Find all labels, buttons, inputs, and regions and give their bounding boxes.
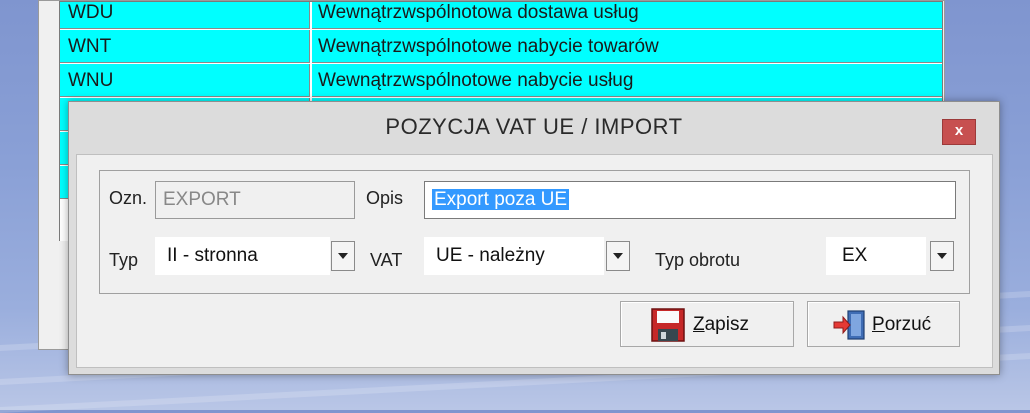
opis-label: Opis	[366, 188, 404, 208]
typ-obrotu-value: EX	[826, 237, 926, 275]
typ-obrotu-label: Typ obrotu	[655, 250, 741, 270]
list-row[interactable]: WNT Wewnątrzwspólnotowe nabycie towarów	[60, 30, 942, 64]
opis-value: Export poza UE	[432, 189, 570, 210]
list-row[interactable]: WDU Wewnątrzwspólnotowa dostawa usług	[60, 2, 942, 30]
cancel-button[interactable]: Porzuć	[807, 301, 960, 347]
save-button[interactable]: Zapisz	[620, 301, 794, 347]
chevron-down-icon[interactable]	[331, 241, 355, 271]
vat-label: VAT	[370, 250, 403, 270]
row-description: Wewnątrzwspólnotowe nabycie usług	[312, 64, 942, 97]
close-icon: x	[954, 122, 964, 139]
typ-obrotu-select[interactable]: EX	[826, 237, 959, 275]
vat-select[interactable]: UE - należny	[424, 237, 636, 275]
fields-group: Ozn. EXPORT Opis Export poza UE Typ II -…	[99, 170, 970, 294]
close-button[interactable]: x	[942, 119, 976, 145]
chevron-down-icon[interactable]	[930, 241, 954, 271]
dialog-body: Ozn. EXPORT Opis Export poza UE Typ II -…	[76, 154, 993, 368]
cancel-button-label: Porzuć	[872, 314, 932, 335]
dialog-titlebar[interactable]: POZYCJA VAT UE / IMPORT x	[69, 102, 999, 154]
floppy-disk-icon	[651, 308, 685, 342]
row-code: WNU	[60, 64, 310, 97]
vat-value: UE - należny	[424, 237, 604, 275]
ozn-field: EXPORT	[155, 181, 355, 219]
row-code: WNT	[60, 30, 310, 63]
exit-door-icon	[833, 310, 865, 340]
typ-value: II - stronna	[155, 237, 330, 275]
vat-position-dialog: POZYCJA VAT UE / IMPORT x Ozn. EXPORT Op…	[68, 101, 1000, 375]
ozn-label: Ozn.	[109, 188, 148, 208]
opis-field[interactable]: Export poza UE	[424, 181, 956, 219]
row-description: Wewnątrzwspólnotowe nabycie towarów	[312, 30, 942, 63]
save-button-label: Zapisz	[693, 314, 749, 335]
chevron-down-icon[interactable]	[606, 241, 630, 271]
typ-select[interactable]: II - stronna	[155, 237, 360, 275]
row-code: WDU	[60, 2, 310, 29]
row-description: Wewnątrzwspólnotowa dostawa usług	[312, 2, 942, 29]
dialog-title: POZYCJA VAT UE / IMPORT	[385, 114, 683, 139]
typ-label: Typ	[109, 250, 139, 270]
list-row[interactable]: WNU Wewnątrzwspólnotowe nabycie usług	[60, 64, 942, 98]
